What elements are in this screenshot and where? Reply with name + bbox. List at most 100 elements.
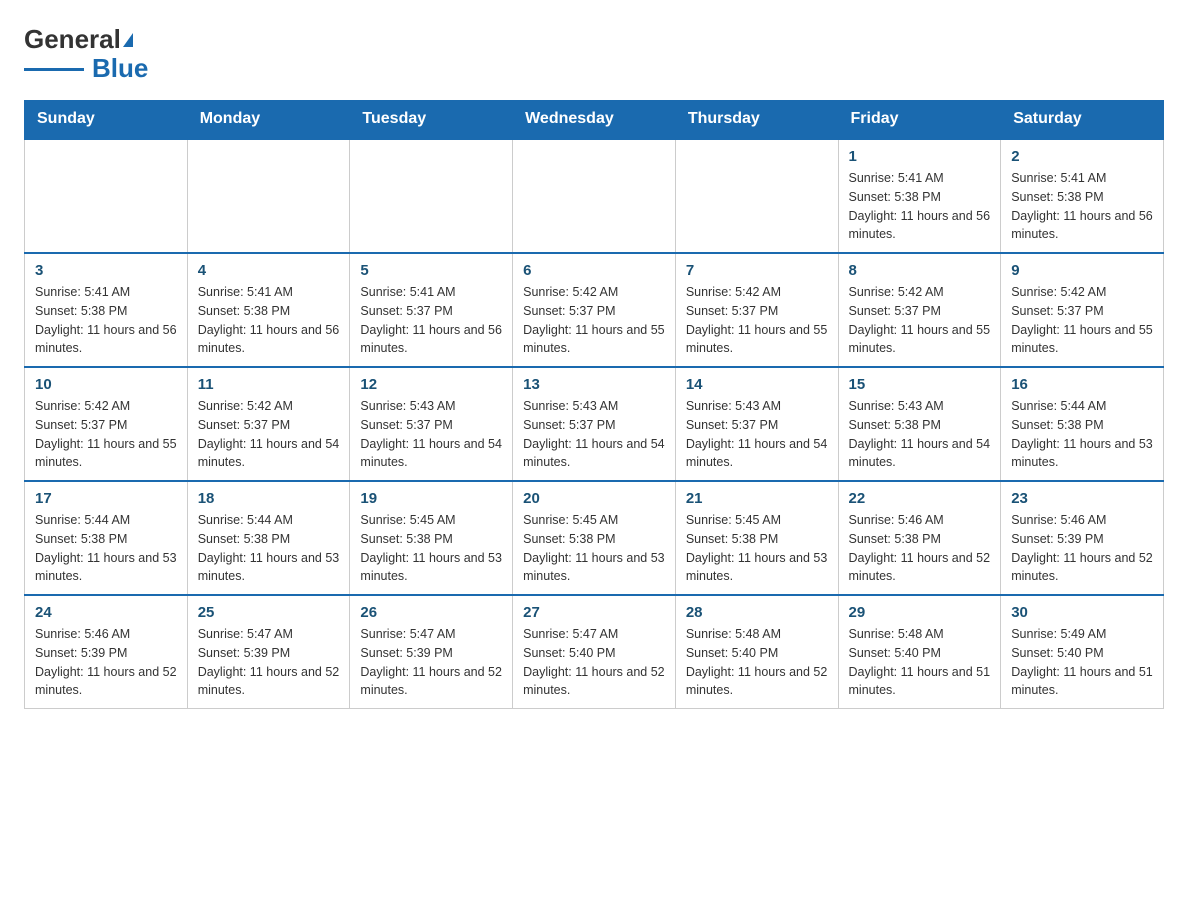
weekday-header-monday: Monday [187,100,350,139]
day-info: Sunrise: 5:43 AM Sunset: 5:37 PM Dayligh… [523,397,665,472]
calendar-cell: 14 Sunrise: 5:43 AM Sunset: 5:37 PM Dayli… [675,367,838,481]
day-info: Sunrise: 5:46 AM Sunset: 5:38 PM Dayligh… [849,511,991,586]
day-info: Sunrise: 5:43 AM Sunset: 5:38 PM Dayligh… [849,397,991,472]
day-number: 3 [35,262,177,279]
logo-general-text: General [24,24,121,55]
day-info: Sunrise: 5:44 AM Sunset: 5:38 PM Dayligh… [35,511,177,586]
calendar-cell: 9 Sunrise: 5:42 AM Sunset: 5:37 PM Daylig… [1001,253,1164,367]
day-info: Sunrise: 5:42 AM Sunset: 5:37 PM Dayligh… [35,397,177,472]
calendar-cell: 30 Sunrise: 5:49 AM Sunset: 5:40 PM Dayli… [1001,595,1164,709]
day-number: 30 [1011,604,1153,621]
calendar-cell: 4 Sunrise: 5:41 AM Sunset: 5:38 PM Daylig… [187,253,350,367]
day-info: Sunrise: 5:42 AM Sunset: 5:37 PM Dayligh… [849,283,991,358]
calendar-cell [675,139,838,253]
day-number: 1 [849,148,991,165]
logo-triangle-icon [123,33,133,47]
day-number: 9 [1011,262,1153,279]
calendar-cell: 10 Sunrise: 5:42 AM Sunset: 5:37 PM Dayli… [25,367,188,481]
logo-line [24,68,84,71]
day-number: 25 [198,604,340,621]
day-info: Sunrise: 5:47 AM Sunset: 5:39 PM Dayligh… [198,625,340,700]
day-info: Sunrise: 5:41 AM Sunset: 5:38 PM Dayligh… [35,283,177,358]
calendar-cell: 18 Sunrise: 5:44 AM Sunset: 5:38 PM Dayli… [187,481,350,595]
calendar-cell: 25 Sunrise: 5:47 AM Sunset: 5:39 PM Dayli… [187,595,350,709]
day-info: Sunrise: 5:41 AM Sunset: 5:38 PM Dayligh… [849,169,991,244]
day-number: 7 [686,262,828,279]
calendar-cell: 21 Sunrise: 5:45 AM Sunset: 5:38 PM Dayli… [675,481,838,595]
calendar-cell: 29Sunrise: 5:48 AM Sunset: 5:40 PM Dayli… [838,595,1001,709]
day-info: Sunrise: 5:46 AM Sunset: 5:39 PM Dayligh… [1011,511,1153,586]
day-info: Sunrise: 5:43 AM Sunset: 5:37 PM Dayligh… [686,397,828,472]
calendar-cell: 23 Sunrise: 5:46 AM Sunset: 5:39 PM Dayli… [1001,481,1164,595]
calendar-cell: 6 Sunrise: 5:42 AM Sunset: 5:37 PM Daylig… [513,253,676,367]
day-info: Sunrise: 5:42 AM Sunset: 5:37 PM Dayligh… [198,397,340,472]
calendar-cell: 7 Sunrise: 5:42 AM Sunset: 5:37 PM Daylig… [675,253,838,367]
calendar-cell: 22Sunrise: 5:46 AM Sunset: 5:38 PM Dayli… [838,481,1001,595]
day-number: 5 [360,262,502,279]
day-info: Sunrise: 5:47 AM Sunset: 5:39 PM Dayligh… [360,625,502,700]
day-number: 6 [523,262,665,279]
day-info: Sunrise: 5:45 AM Sunset: 5:38 PM Dayligh… [360,511,502,586]
calendar-body: 1 Sunrise: 5:41 AM Sunset: 5:38 PM Daylig… [25,139,1164,709]
calendar-cell: 16 Sunrise: 5:44 AM Sunset: 5:38 PM Dayli… [1001,367,1164,481]
day-number: 8 [849,262,991,279]
calendar-cell: 27 Sunrise: 5:47 AM Sunset: 5:40 PM Dayli… [513,595,676,709]
day-number: 4 [198,262,340,279]
day-number: 13 [523,376,665,393]
day-info: Sunrise: 5:44 AM Sunset: 5:38 PM Dayligh… [1011,397,1153,472]
calendar-cell: 19 Sunrise: 5:45 AM Sunset: 5:38 PM Dayli… [350,481,513,595]
week-row-1: 3 Sunrise: 5:41 AM Sunset: 5:38 PM Daylig… [25,253,1164,367]
week-row-4: 24Sunrise: 5:46 AM Sunset: 5:39 PM Dayli… [25,595,1164,709]
day-number: 15 [849,376,991,393]
calendar-cell: 15 Sunrise: 5:43 AM Sunset: 5:38 PM Dayli… [838,367,1001,481]
day-number: 28 [686,604,828,621]
calendar-cell: 2Sunrise: 5:41 AM Sunset: 5:38 PM Daylig… [1001,139,1164,253]
day-info: Sunrise: 5:43 AM Sunset: 5:37 PM Dayligh… [360,397,502,472]
day-number: 10 [35,376,177,393]
weekday-header-row: SundayMondayTuesdayWednesdayThursdayFrid… [25,100,1164,139]
day-info: Sunrise: 5:42 AM Sunset: 5:37 PM Dayligh… [1011,283,1153,358]
day-number: 2 [1011,148,1153,165]
calendar-header: SundayMondayTuesdayWednesdayThursdayFrid… [25,100,1164,139]
day-number: 26 [360,604,502,621]
calendar-cell: 24Sunrise: 5:46 AM Sunset: 5:39 PM Dayli… [25,595,188,709]
day-number: 20 [523,490,665,507]
calendar-cell: 17 Sunrise: 5:44 AM Sunset: 5:38 PM Dayli… [25,481,188,595]
day-info: Sunrise: 5:45 AM Sunset: 5:38 PM Dayligh… [686,511,828,586]
day-number: 16 [1011,376,1153,393]
day-info: Sunrise: 5:42 AM Sunset: 5:37 PM Dayligh… [686,283,828,358]
calendar-cell: 3 Sunrise: 5:41 AM Sunset: 5:38 PM Daylig… [25,253,188,367]
day-info: Sunrise: 5:48 AM Sunset: 5:40 PM Dayligh… [686,625,828,700]
week-row-0: 1 Sunrise: 5:41 AM Sunset: 5:38 PM Daylig… [25,139,1164,253]
day-number: 17 [35,490,177,507]
day-info: Sunrise: 5:46 AM Sunset: 5:39 PM Dayligh… [35,625,177,700]
day-number: 27 [523,604,665,621]
day-info: Sunrise: 5:41 AM Sunset: 5:38 PM Dayligh… [198,283,340,358]
day-number: 23 [1011,490,1153,507]
calendar-cell [25,139,188,253]
calendar-cell [350,139,513,253]
day-number: 14 [686,376,828,393]
calendar-table: SundayMondayTuesdayWednesdayThursdayFrid… [24,100,1164,709]
day-info: Sunrise: 5:41 AM Sunset: 5:37 PM Dayligh… [360,283,502,358]
day-info: Sunrise: 5:42 AM Sunset: 5:37 PM Dayligh… [523,283,665,358]
weekday-header-tuesday: Tuesday [350,100,513,139]
calendar-cell: 12Sunrise: 5:43 AM Sunset: 5:37 PM Dayli… [350,367,513,481]
day-number: 19 [360,490,502,507]
day-info: Sunrise: 5:48 AM Sunset: 5:40 PM Dayligh… [849,625,991,700]
day-info: Sunrise: 5:47 AM Sunset: 5:40 PM Dayligh… [523,625,665,700]
day-number: 18 [198,490,340,507]
day-info: Sunrise: 5:49 AM Sunset: 5:40 PM Dayligh… [1011,625,1153,700]
calendar-cell: 8 Sunrise: 5:42 AM Sunset: 5:37 PM Daylig… [838,253,1001,367]
calendar-cell: 11Sunrise: 5:42 AM Sunset: 5:37 PM Dayli… [187,367,350,481]
weekday-header-saturday: Saturday [1001,100,1164,139]
logo-blue-text: Blue [92,53,148,84]
calendar-cell: 1 Sunrise: 5:41 AM Sunset: 5:38 PM Daylig… [838,139,1001,253]
day-info: Sunrise: 5:45 AM Sunset: 5:38 PM Dayligh… [523,511,665,586]
day-info: Sunrise: 5:44 AM Sunset: 5:38 PM Dayligh… [198,511,340,586]
day-number: 21 [686,490,828,507]
page-header: General Blue [24,24,1164,84]
weekday-header-friday: Friday [838,100,1001,139]
calendar-cell [187,139,350,253]
calendar-cell: 20 Sunrise: 5:45 AM Sunset: 5:38 PM Dayli… [513,481,676,595]
